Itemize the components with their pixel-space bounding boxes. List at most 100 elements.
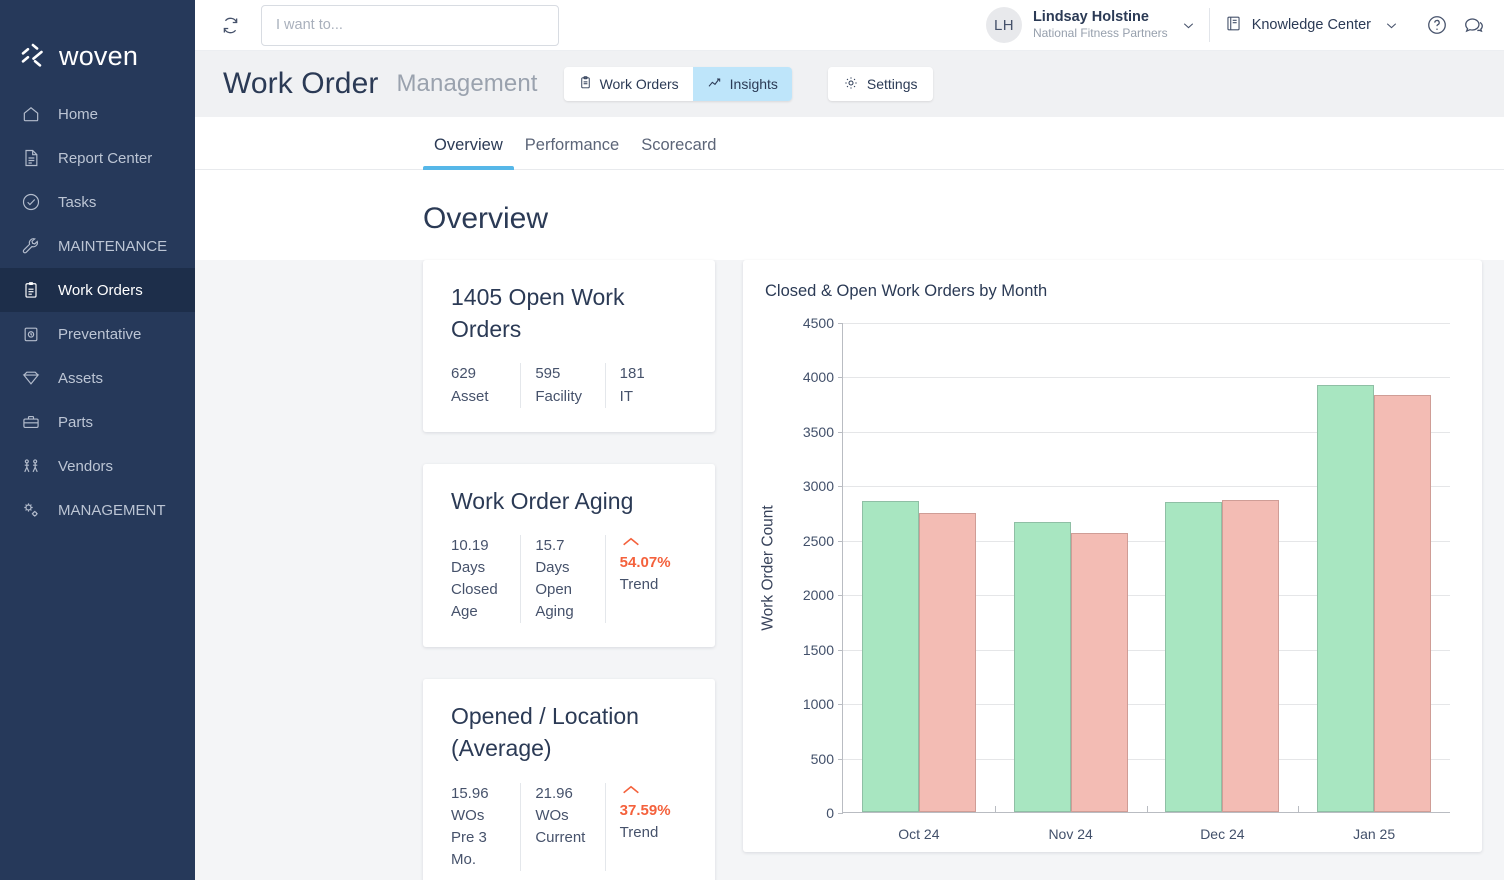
avatar[interactable]: LH <box>985 7 1022 43</box>
card-stats: 15.96 WOs Pre 3 Mo. 21.96 WOs Current 37… <box>451 782 689 872</box>
insights-view-button[interactable]: Insights <box>692 67 792 101</box>
bar-closed[interactable] <box>1013 521 1071 812</box>
sidebar-item-label: MAINTENANCE <box>58 237 168 255</box>
y-axis-tick-label: 2000 <box>802 587 834 604</box>
clipboard-icon <box>20 279 42 301</box>
y-axis-label-text: Work Order Count <box>760 505 778 631</box>
tab-performance[interactable]: Performance <box>514 136 630 169</box>
sidebar-item-report-center[interactable]: Report Center <box>0 136 195 180</box>
chevron-down-icon[interactable] <box>1383 17 1400 34</box>
stat-label-2: Current <box>535 829 586 847</box>
sidebar-item-preventative[interactable]: Preventative <box>0 312 195 356</box>
sidebar-item-work-orders[interactable]: Work Orders <box>0 268 195 312</box>
bar-closed[interactable] <box>861 500 919 812</box>
monthly-work-orders-chart-card: Closed & Open Work Orders by Month Work … <box>743 260 1482 852</box>
sidebar-item-parts[interactable]: Parts <box>0 400 195 444</box>
chart-column: Closed & Open Work Orders by Month Work … <box>743 260 1482 880</box>
trend-value: 37.59% <box>619 801 671 819</box>
bar-open[interactable] <box>1070 533 1128 812</box>
overview-content: Overview 1405 Open Work Orders 629 Asset… <box>195 170 1504 880</box>
divider <box>1208 8 1210 42</box>
bar-closed[interactable] <box>1165 502 1223 812</box>
bar-group: Jan 25 <box>1298 323 1450 842</box>
insights-view-label: Insights <box>729 76 778 92</box>
clipboard-icon <box>578 75 593 93</box>
avatar-initials: LH <box>993 16 1014 34</box>
settings-label: Settings <box>866 76 918 92</box>
book-icon <box>1224 14 1243 37</box>
tab-label: Performance <box>524 136 620 154</box>
stat-label: Asset <box>451 387 489 405</box>
home-icon <box>20 103 42 125</box>
sidebar-item-label: Preventative <box>58 325 142 343</box>
view-segmented-control: Work Orders Insights <box>563 67 792 101</box>
tab-label: Scorecard <box>641 136 717 154</box>
bar-group: Nov 24 <box>994 323 1147 842</box>
stat-label: WOs <box>535 807 569 824</box>
check-circle-icon <box>20 191 42 213</box>
sidebar-nav: Home Report Center Tasks MAINTENANCE Wor… <box>0 92 195 532</box>
bar-closed[interactable] <box>1317 384 1375 812</box>
work-orders-view-button[interactable]: Work Orders <box>563 67 693 101</box>
sidebar-item-label: Home <box>58 105 99 123</box>
toolbox-icon <box>20 411 42 433</box>
topbar: LH Lindsay Holstine National Fitness Par… <box>195 0 1504 51</box>
x-axis-tick-label: Dec 24 <box>1200 826 1245 842</box>
tab-overview[interactable]: Overview <box>423 136 514 170</box>
stat-label-2: Aging <box>535 603 574 621</box>
sidebar-item-tasks[interactable]: Tasks <box>0 180 195 224</box>
y-axis-label: Work Order Count <box>759 323 779 813</box>
topbar-right: LH Lindsay Holstine National Fitness Par… <box>985 7 1486 43</box>
sidebar-item-label: Parts <box>58 413 94 431</box>
sidebar-item-maintenance[interactable]: MAINTENANCE <box>0 224 195 268</box>
sidebar-item-vendors[interactable]: Vendors <box>0 444 195 488</box>
page-subtitle: Management <box>396 70 538 97</box>
stat-value: 629 <box>451 365 477 383</box>
stat-label: WOs <box>451 807 485 824</box>
page-title: Work Order <box>223 67 379 100</box>
y-axis-tick-label: 500 <box>810 750 834 767</box>
stat-value: 181 <box>619 365 645 383</box>
sidebar: woven Home Report Center Tasks MAINTENAN… <box>0 0 195 880</box>
bar-open[interactable] <box>1374 394 1432 812</box>
x-axis-tick <box>1146 806 1148 812</box>
user-block[interactable]: Lindsay Holstine National Fitness Partne… <box>1033 9 1168 40</box>
y-axis-tick-label: 3500 <box>802 423 834 440</box>
user-org: National Fitness Partners <box>1032 26 1168 41</box>
brand[interactable]: woven <box>0 0 195 86</box>
y-axis-tick-label: 1000 <box>802 696 834 713</box>
stat-label: Facility <box>535 387 582 405</box>
question-circle-icon[interactable] <box>1426 14 1448 36</box>
chat-bubbles-icon[interactable] <box>1462 14 1486 36</box>
search-input[interactable] <box>261 4 559 46</box>
knowledge-center-button[interactable]: Knowledge Center <box>1224 14 1371 37</box>
sidebar-item-label: MANAGEMENT <box>58 501 166 519</box>
chevron-down-icon[interactable] <box>1180 17 1197 34</box>
stat-label: Closed <box>451 581 498 599</box>
brand-name: woven <box>59 40 139 71</box>
tab-scorecard[interactable]: Scorecard <box>630 136 727 169</box>
stat-value: 21.96 <box>535 784 573 802</box>
sidebar-item-assets[interactable]: Assets <box>0 356 195 400</box>
stat-asset: 629 Asset <box>451 363 520 407</box>
card-title: Opened / Location (Average) <box>451 703 639 762</box>
bar-open[interactable] <box>918 512 976 812</box>
stat-value: 15.7 Days <box>535 537 570 577</box>
refresh-icon[interactable] <box>217 12 243 38</box>
sidebar-item-label: Tasks <box>58 193 97 211</box>
card-stats: 10.19 Days Closed Age 15.7 Days Open Agi… <box>451 535 689 624</box>
sidebar-item-label: Report Center <box>58 149 153 167</box>
bar-open[interactable] <box>1222 499 1280 812</box>
sidebar-item-management[interactable]: MANAGEMENT <box>0 488 195 532</box>
stat-closed-age: 10.19 Days Closed Age <box>451 535 520 623</box>
line-chart-icon <box>707 75 723 94</box>
card-title: Work Order Aging <box>451 487 634 514</box>
sidebar-item-home[interactable]: Home <box>0 92 195 136</box>
work-order-aging-card: Work Order Aging 10.19 Days Closed Age 1… <box>423 463 715 648</box>
kpi-card-column: 1405 Open Work Orders 629 Asset 595 Faci… <box>423 260 715 880</box>
sidebar-item-label: Assets <box>58 369 104 387</box>
stat-label: Trend <box>619 824 659 841</box>
settings-button[interactable]: Settings <box>827 67 933 101</box>
stat-pre-3-mo: 15.96 WOs Pre 3 Mo. <box>451 783 520 871</box>
up-caret-icon <box>620 783 679 800</box>
